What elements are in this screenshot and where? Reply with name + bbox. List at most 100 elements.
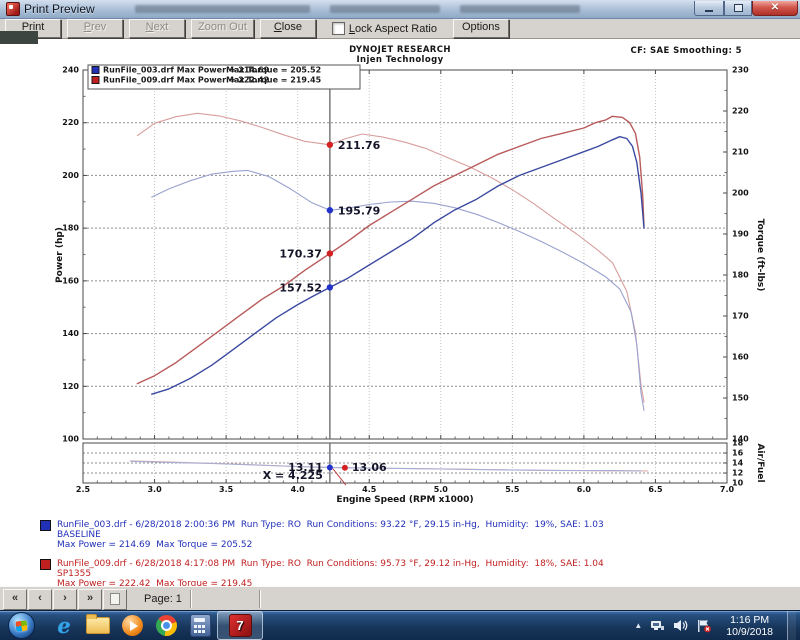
minimize-icon bbox=[705, 10, 713, 12]
next-page-button[interactable]: › bbox=[53, 589, 77, 610]
cursor-marker-dot bbox=[327, 284, 333, 290]
curve-runfile_003-torque bbox=[152, 170, 644, 410]
torque-tick-label: 160 bbox=[732, 353, 749, 362]
first-page-button[interactable]: « bbox=[3, 589, 27, 610]
taskbar-dynojet-winpep-active[interactable]: 7 bbox=[217, 611, 263, 640]
curve-runfile_009-power bbox=[137, 116, 644, 383]
af-tick-label: 18 bbox=[732, 439, 744, 448]
torque-tick-label: 190 bbox=[732, 230, 749, 239]
power-tick-label: 100 bbox=[62, 435, 79, 444]
run1-max: Max Power = 214.69 Max Torque = 205.52 bbox=[57, 540, 604, 550]
options-button[interactable]: Options bbox=[453, 19, 509, 38]
legend-torque: Max Torque = 219.45 bbox=[226, 76, 322, 85]
toolbar: Print Prev Next Zoom Out Close Lock Aspe… bbox=[0, 19, 800, 39]
start-button[interactable] bbox=[8, 612, 35, 639]
taskbar-chrome[interactable] bbox=[149, 612, 183, 639]
window-controls: ✕ bbox=[694, 1, 798, 17]
taskbar-media-player[interactable] bbox=[115, 612, 149, 639]
power-tick-label: 200 bbox=[62, 171, 79, 180]
page-setup-button[interactable] bbox=[103, 589, 127, 610]
run1-conditions: RunFile_003.drf - 6/28/2018 2:00:36 PM R… bbox=[57, 520, 604, 530]
torque-tick-label: 170 bbox=[732, 312, 749, 321]
run-detail-baseline: RunFile_003.drf - 6/28/2018 2:00:36 PM R… bbox=[40, 520, 604, 550]
internet-explorer-icon: e bbox=[57, 615, 70, 636]
prev-button[interactable]: Prev bbox=[67, 19, 123, 38]
af-tick-label: 12 bbox=[732, 469, 743, 478]
curve-runfile_003-power bbox=[152, 137, 644, 395]
torque-tick-label: 150 bbox=[732, 394, 749, 403]
torque-tick-label: 180 bbox=[732, 271, 749, 280]
speaker-icon[interactable] bbox=[673, 619, 688, 632]
report-subtitle: Injen Technology bbox=[356, 55, 443, 65]
run1-name: BASELINE bbox=[57, 530, 604, 540]
power-tick-label: 180 bbox=[62, 224, 79, 233]
statusbar: « ‹ › » Page: 1 bbox=[0, 586, 800, 611]
background-title-blur bbox=[135, 5, 310, 13]
calculator-icon bbox=[190, 614, 211, 637]
page-indicator: Page: 1 bbox=[144, 593, 182, 605]
power-tick-label: 160 bbox=[62, 276, 79, 285]
taskbar-file-explorer[interactable] bbox=[81, 612, 115, 639]
next-button[interactable]: Next bbox=[129, 19, 185, 38]
x-tick-label: 2.5 bbox=[76, 485, 91, 494]
taskbar-internet-explorer[interactable]: e bbox=[47, 612, 81, 639]
torque-tick-label: 230 bbox=[732, 66, 749, 75]
x-tick-label: 4.0 bbox=[291, 485, 306, 494]
x-tick-label: 4.5 bbox=[362, 485, 377, 494]
x-axis-title: Engine Speed (RPM x1000) bbox=[336, 495, 473, 505]
action-center-flag-icon[interactable] bbox=[696, 619, 712, 633]
x-tick-label: 6.0 bbox=[577, 485, 592, 494]
close-button[interactable]: Close bbox=[260, 19, 316, 38]
run2-max: Max Power = 222.42 Max Torque = 219.45 bbox=[57, 579, 604, 586]
dyno-chart: DYNOJET RESEARCH Injen Technology CF: SA… bbox=[0, 39, 800, 586]
last-page-button[interactable]: » bbox=[78, 589, 102, 610]
report-correction: CF: SAE Smoothing: 5 bbox=[631, 46, 743, 56]
show-desktop-button[interactable] bbox=[787, 611, 796, 640]
af-tick-label: 16 bbox=[732, 449, 744, 458]
window-title: Print Preview bbox=[24, 2, 95, 16]
restore-icon bbox=[734, 4, 743, 12]
x-tick-label: 3.0 bbox=[147, 485, 162, 494]
prev-page-button[interactable]: ‹ bbox=[28, 589, 52, 610]
system-tray: ▲ 1:16 PM 10/9/2018 bbox=[634, 611, 800, 640]
curve-runfile_009-af bbox=[130, 461, 648, 471]
power-tick-label: 120 bbox=[62, 382, 79, 391]
run-detail-sp1355: RunFile_009.drf - 6/28/2018 4:17:08 PM R… bbox=[40, 559, 604, 586]
folder-icon bbox=[86, 617, 110, 634]
run2-conditions: RunFile_009.drf - 6/28/2018 4:17:08 PM R… bbox=[57, 559, 604, 569]
close-window-button[interactable]: ✕ bbox=[752, 1, 798, 16]
x-tick-label: 5.5 bbox=[505, 485, 520, 494]
preview-page: DYNOJET RESEARCH Injen Technology CF: SA… bbox=[0, 39, 800, 586]
cursor-marker-label: 170.37 bbox=[279, 248, 321, 261]
background-title-blur bbox=[460, 5, 580, 13]
page-icon bbox=[110, 593, 120, 605]
taskbar-clock[interactable]: 1:16 PM 10/9/2018 bbox=[720, 614, 779, 638]
legend-torque: Max Torque = 205.52 bbox=[226, 66, 321, 75]
torque-tick-label: 210 bbox=[732, 148, 749, 157]
lock-aspect-ratio-label[interactable]: Lock Aspect Ratio bbox=[349, 23, 437, 35]
torque-tick-label: 200 bbox=[732, 189, 749, 198]
app-icon bbox=[6, 2, 20, 16]
cursor-marker-label: 157.52 bbox=[279, 281, 321, 294]
dynojet-winpep-icon: 7 bbox=[229, 614, 252, 637]
af-marker-label: 13.06 bbox=[352, 461, 387, 474]
airfuel-axis-title: Air/Fuel bbox=[755, 443, 765, 482]
taskbar-calculator[interactable] bbox=[183, 612, 217, 639]
cursor-marker-label: 211.76 bbox=[338, 139, 381, 152]
statusbar-divider bbox=[190, 590, 191, 608]
cursor-marker-dot bbox=[327, 207, 333, 213]
restore-button[interactable] bbox=[724, 1, 752, 16]
run-details: RunFile_003.drf - 6/28/2018 2:00:36 PM R… bbox=[40, 520, 604, 586]
zoom-out-button[interactable]: Zoom Out bbox=[191, 19, 254, 38]
print-preview-window: Print Preview ✕ Print Prev Next Zoom Out… bbox=[0, 0, 800, 611]
af-tick-label: 14 bbox=[732, 459, 744, 468]
chrome-icon bbox=[156, 615, 177, 636]
lock-aspect-ratio-checkbox[interactable] bbox=[332, 22, 345, 35]
af-marker-dot bbox=[342, 465, 348, 471]
background-title-blur bbox=[330, 5, 440, 13]
network-icon[interactable] bbox=[650, 619, 665, 632]
tray-expand-icon[interactable]: ▲ bbox=[634, 621, 642, 630]
torque-axis-title: Torque (ft-lbs) bbox=[755, 219, 765, 292]
af-tick-label: 10 bbox=[732, 479, 744, 488]
minimize-button[interactable] bbox=[694, 1, 724, 16]
